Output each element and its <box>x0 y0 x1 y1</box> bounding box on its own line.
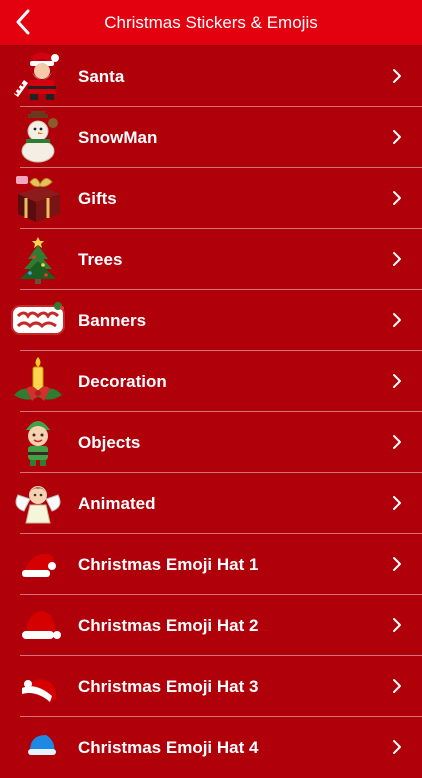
list-item-label: Gifts <box>78 189 117 208</box>
santa-hat-icon <box>22 611 61 639</box>
chevron-right-icon <box>393 191 401 205</box>
merry-christmas-banner-icon <box>11 302 65 335</box>
chevron-right-icon <box>393 679 401 693</box>
list-item[interactable]: SnowMan <box>0 107 422 168</box>
gift-icon <box>16 176 60 222</box>
list-item[interactable]: Objects <box>0 412 422 473</box>
list-item-label: Trees <box>78 250 123 269</box>
list-item[interactable]: Banners <box>0 290 422 351</box>
snowman-icon <box>21 111 58 163</box>
list-item[interactable]: Santa <box>0 46 422 107</box>
santa-hat-icon <box>22 553 56 577</box>
list-item[interactable]: Decoration <box>0 351 422 412</box>
elf-icon <box>26 421 50 466</box>
navigation-bar: Christmas Stickers & Emojis <box>0 0 422 46</box>
chevron-right-icon <box>393 618 401 632</box>
chevron-right-icon <box>393 69 401 83</box>
list-item[interactable]: Christmas Emoji Hat 1 <box>0 534 422 595</box>
list-item[interactable]: Gifts <box>0 168 422 229</box>
chevron-right-icon <box>393 557 401 571</box>
list-item[interactable]: Trees <box>0 229 422 290</box>
category-list: Santa SnowMan Gifts Trees Banners Decora… <box>0 46 422 778</box>
santa-icon <box>14 52 59 100</box>
candle-decoration-icon <box>14 357 62 401</box>
list-item-label: SnowMan <box>78 128 158 147</box>
chevron-right-icon <box>393 435 401 449</box>
list-item-label: Decoration <box>78 372 167 391</box>
page-title: Christmas Stickers & Emojis <box>104 13 318 32</box>
chevron-right-icon <box>393 496 401 510</box>
list-item-label: Banners <box>78 311 147 330</box>
blue-hat-icon <box>28 735 56 755</box>
list-item-label: Objects <box>78 433 141 452</box>
list-item-label: Santa <box>78 67 125 86</box>
list-item-label: Christmas Emoji Hat 3 <box>78 677 259 696</box>
list-item-label: Animated <box>78 494 156 513</box>
list-item[interactable]: Animated <box>0 473 422 534</box>
list-item-label: Christmas Emoji Hat 2 <box>78 616 259 635</box>
list-item[interactable]: Christmas Emoji Hat 3 <box>0 656 422 717</box>
santa-hat-icon <box>22 679 57 702</box>
chevron-right-icon <box>393 252 401 266</box>
list-item-label: Christmas Emoji Hat 1 <box>78 555 259 574</box>
chevron-right-icon <box>393 130 401 144</box>
list-item-label: Christmas Emoji Hat 4 <box>78 738 259 757</box>
angel-icon <box>15 486 61 524</box>
list-item[interactable]: Christmas Emoji Hat 4 <box>0 717 422 778</box>
chevron-right-icon <box>393 374 401 388</box>
christmas-tree-icon <box>20 237 56 284</box>
chevron-right-icon <box>393 740 401 754</box>
chevron-right-icon <box>393 313 401 327</box>
list-item[interactable]: Christmas Emoji Hat 2 <box>0 595 422 656</box>
